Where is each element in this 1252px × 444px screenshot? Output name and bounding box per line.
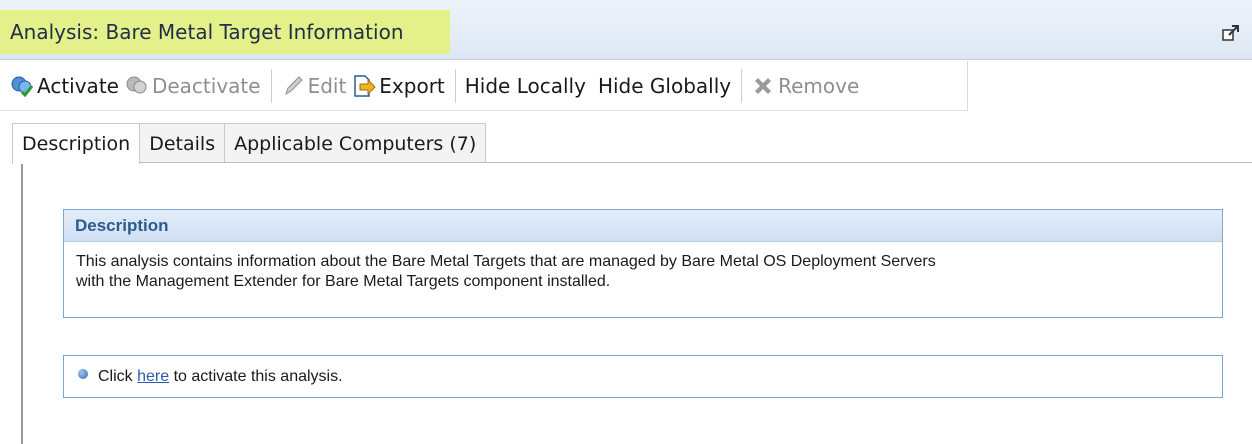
description-line: This analysis contains information about… <box>76 253 936 270</box>
hide-locally-label: Hide Locally <box>464 73 586 98</box>
tab-bar: Description Details Applicable Computers… <box>12 123 487 164</box>
window-title-bar: Analysis: Bare Metal Target Information <box>0 0 1252 60</box>
export-label: Export <box>379 73 445 98</box>
activate-here-link[interactable]: here <box>137 368 169 386</box>
deactivate-button[interactable]: Deactivate <box>125 61 267 110</box>
activate-icon <box>10 74 34 98</box>
description-panel: Description This analysis contains infor… <box>63 209 1223 318</box>
pencil-icon <box>281 74 305 98</box>
hide-globally-button[interactable]: Hide Globally <box>598 61 737 110</box>
action-toolbar: Activate Deactivate Edit Export Hide Loc… <box>0 61 968 111</box>
popout-window-icon[interactable] <box>1222 24 1240 42</box>
window-title: Analysis: Bare Metal Target Information <box>0 10 450 54</box>
edit-label: Edit <box>307 73 347 98</box>
activate-prompt-text: to activate this analysis. <box>169 367 343 385</box>
tab-details[interactable]: Details <box>139 123 226 163</box>
deactivate-icon <box>125 74 149 98</box>
activate-prompt-panel: Click here to activate this analysis. <box>63 355 1223 398</box>
activate-button[interactable]: Activate <box>10 61 125 110</box>
remove-button[interactable]: Remove <box>751 61 865 110</box>
activate-label: Activate <box>37 73 119 98</box>
toolbar-separator <box>741 68 743 103</box>
description-heading: Description <box>64 210 1222 242</box>
toolbar-separator <box>454 68 456 103</box>
description-line: with the Management Extender for Bare Me… <box>76 273 611 290</box>
tab-content-panel: Description This analysis contains infor… <box>21 162 1252 444</box>
hide-locally-button[interactable]: Hide Locally <box>465 61 598 110</box>
toolbar-separator <box>270 68 272 103</box>
export-icon <box>352 74 377 98</box>
hide-globally-label: Hide Globally <box>597 73 732 98</box>
bullet-icon <box>78 368 88 379</box>
export-button[interactable]: Export <box>352 61 450 110</box>
deactivate-label: Deactivate <box>151 73 261 98</box>
activate-prompt-text: Click <box>98 367 138 385</box>
edit-button[interactable]: Edit <box>281 61 353 110</box>
tab-description[interactable]: Description <box>12 123 141 164</box>
tab-applicable-computers[interactable]: Applicable Computers (7) <box>224 123 487 163</box>
remove-x-icon <box>751 74 775 98</box>
remove-label: Remove <box>778 73 860 98</box>
description-body: This analysis contains information about… <box>64 242 1222 292</box>
